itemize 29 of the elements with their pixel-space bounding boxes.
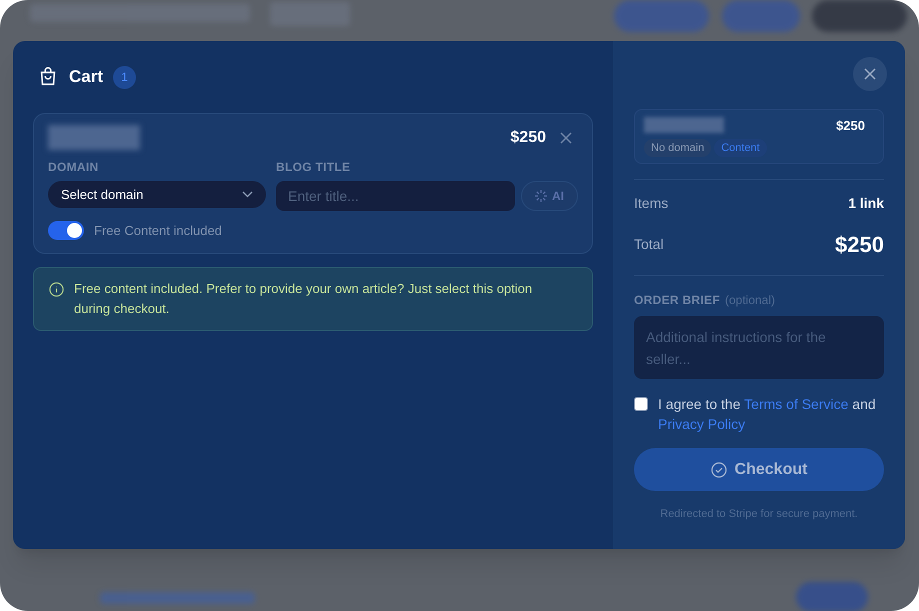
summary-label: Total [634,235,664,254]
agree-text: I agree to the Terms of Service and Privacy Policy [658,395,877,434]
toggle-switch[interactable] [48,221,84,240]
field-label: DOMAIN [48,159,100,176]
spinner-icon [535,190,547,202]
blog-title-input[interactable]: Enter title... [276,181,515,211]
check-circle-icon [710,462,727,478]
domain-select[interactable]: Select domain [48,181,266,208]
item-price: $250 [510,128,546,148]
privacy-link[interactable]: Privacy Policy [658,416,746,432]
terms-link[interactable]: Terms of Service [744,396,848,412]
field-label: BLOG TITLE [276,159,352,176]
summary-item-price: $250 [836,117,865,135]
notice-text: Free content included. Prefer to provide your own article? Just select this option during checkout. [74,280,534,318]
close-button[interactable] [853,57,887,91]
item-count-badge: 1 [113,66,136,88]
toggle-label: Free Content included [94,222,222,240]
close-icon[interactable] [560,132,572,144]
summary-label: Items [634,194,668,213]
info-icon [49,282,64,296]
summary-value: $250 [835,231,884,259]
chevron-down-icon [242,191,253,198]
summary-value: 1 link [848,194,884,213]
agree-checkbox[interactable] [634,397,648,411]
close-icon [864,68,876,80]
field-label: ORDER BRIEF [634,292,720,309]
modal-title: Cart [69,66,104,88]
tag: Content [714,138,767,157]
tag: No domain [644,138,712,157]
